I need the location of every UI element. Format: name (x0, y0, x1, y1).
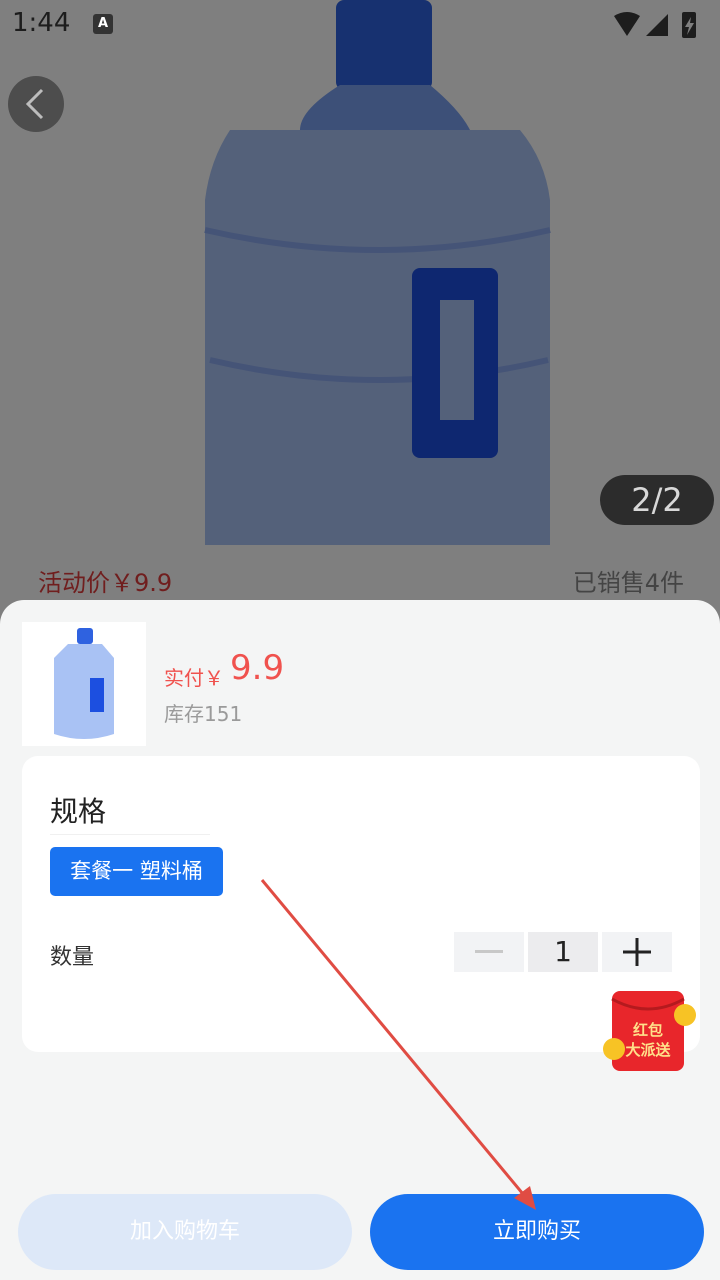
spec-title: 规格 (50, 795, 107, 828)
spec-option-button[interactable]: 套餐一 塑料桶 (50, 847, 223, 896)
wifi-icon (614, 12, 640, 36)
quantity-increase-button[interactable] (602, 932, 672, 972)
water-bottle-thumbnail-image (54, 628, 114, 739)
quantity-value[interactable]: 1 (528, 932, 598, 972)
signal-icon (646, 14, 668, 36)
add-to-cart-button[interactable]: 加入购物车 (18, 1194, 352, 1270)
quantity-label: 数量 (50, 945, 95, 970)
status-time: 1:44 (12, 8, 71, 38)
quantity-decrease-button[interactable] (454, 932, 524, 972)
svg-text:红包: 红包 (633, 1021, 663, 1039)
back-button[interactable] (8, 76, 64, 132)
red-packet-icon[interactable]: 红包 大派送 (600, 985, 704, 1077)
stock-count: 库存151 (164, 702, 243, 726)
notification-a-icon: A (93, 14, 113, 34)
image-counter: 2/2 (600, 475, 714, 525)
pay-label: 实付￥ (164, 666, 224, 690)
status-bar: 1:44 A (0, 0, 720, 50)
system-status-icons (614, 12, 696, 38)
minus-icon (475, 950, 503, 953)
sku-bottom-sheet: 实付￥ 9.9 库存151 规格 套餐一 塑料桶 数量 1 红包 大派送 加入购… (0, 600, 720, 1280)
product-thumbnail (22, 622, 146, 746)
pay-amount: 9.9 (230, 648, 285, 688)
plus-icon (623, 938, 651, 966)
spec-card: 规格 套餐一 塑料桶 数量 1 (22, 756, 700, 1052)
svg-text:大派送: 大派送 (625, 1041, 671, 1059)
buy-now-button[interactable]: 立即购买 (370, 1194, 704, 1270)
chevron-left-icon (25, 88, 44, 120)
spec-divider (50, 834, 210, 835)
